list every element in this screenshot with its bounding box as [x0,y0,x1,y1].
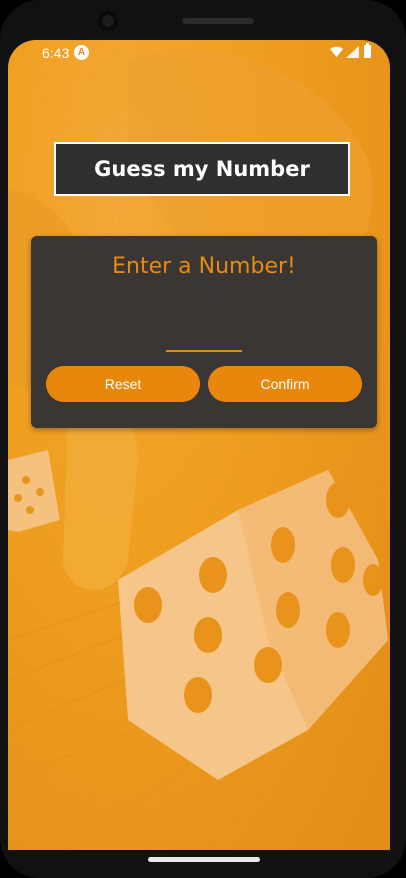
input-card: Enter a Number! Reset Confirm [31,236,377,428]
reset-button[interactable]: Reset [46,366,200,402]
card-heading: Enter a Number! [112,254,296,279]
battery-icon [364,43,371,58]
status-time: 6:43 [42,45,70,61]
home-gesture-handle[interactable] [148,857,260,862]
front-camera-icon [98,11,118,31]
status-bar: 6:43 A [8,40,390,66]
phone-frame: 6:43 A Guess my Number Enter a Number! R… [0,0,406,878]
signal-icon [346,46,359,58]
page-title: Guess my Number [94,157,310,181]
wifi-icon [330,46,343,57]
camera-bar [0,0,406,40]
earpiece-speaker [182,18,254,24]
app-screen: 6:43 A Guess my Number Enter a Number! R… [8,40,390,850]
title-box: Guess my Number [54,142,350,196]
confirm-button[interactable]: Confirm [208,366,362,402]
navigation-bar [0,850,406,878]
number-input[interactable] [166,322,242,352]
app-notification-icon: A [74,45,89,60]
